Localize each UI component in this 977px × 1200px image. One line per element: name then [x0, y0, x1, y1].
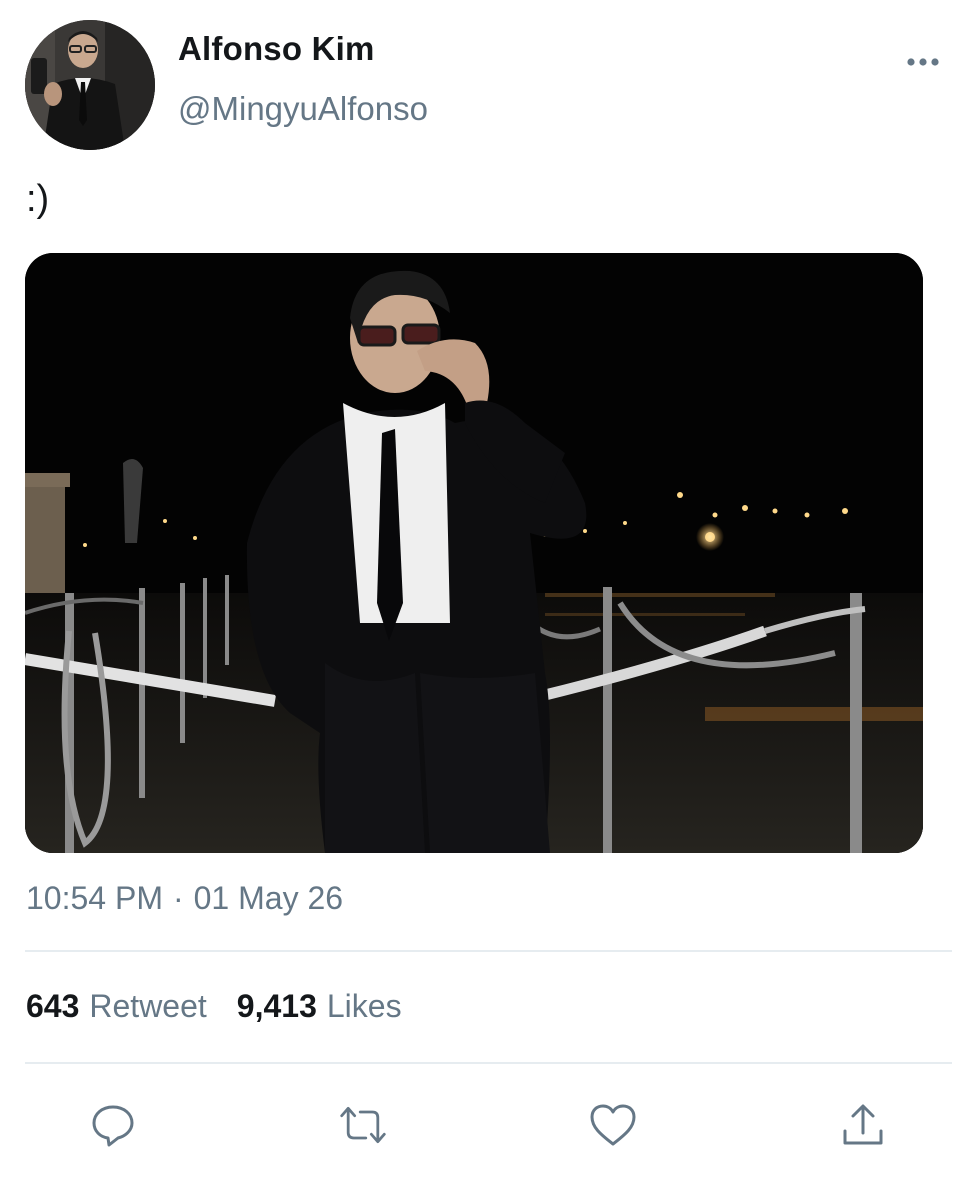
- retweet-button[interactable]: [338, 1100, 388, 1150]
- tweet-time: 10:54 PM: [26, 880, 163, 916]
- likes-stat[interactable]: 9,413 Likes: [237, 988, 402, 1024]
- divider: [25, 950, 952, 952]
- timestamp-separator: ·: [172, 880, 184, 916]
- divider: [25, 1062, 952, 1064]
- avatar[interactable]: [25, 20, 155, 150]
- tweet-photo[interactable]: [25, 253, 923, 853]
- tweet-date: 01 May 26: [193, 880, 344, 916]
- share-button[interactable]: [838, 1100, 888, 1150]
- share-icon: [843, 1104, 883, 1145]
- avatar-image: [25, 20, 155, 150]
- heart-icon: [590, 1104, 636, 1146]
- photo-image: [25, 253, 923, 853]
- author-display-name[interactable]: Alfonso Kim: [178, 30, 375, 68]
- tweet-card: Alfonso Kim @MingyuAlfonso :) 10:54 PM ·…: [0, 0, 977, 1200]
- comment-icon: [92, 1105, 134, 1147]
- tweet-text: :): [26, 178, 50, 220]
- retweet-label: Retweet: [89, 988, 207, 1024]
- like-button[interactable]: [588, 1100, 638, 1150]
- author-handle[interactable]: @MingyuAlfonso: [178, 90, 428, 128]
- likes-count: 9,413: [236, 988, 317, 1024]
- retweet-icon: [340, 1106, 386, 1144]
- retweet-count: 643: [26, 988, 80, 1024]
- reply-button[interactable]: [88, 1100, 138, 1150]
- tweet-timestamp[interactable]: 10:54 PM · 01 May 26: [26, 880, 343, 917]
- more-options-button[interactable]: [900, 48, 946, 76]
- retweet-stat[interactable]: 643 Retweet: [26, 988, 207, 1024]
- likes-label: Likes: [326, 988, 402, 1024]
- tweet-stats: 643 Retweet 9,413 Likes: [26, 988, 432, 1025]
- more-horizontal-icon: [907, 58, 939, 66]
